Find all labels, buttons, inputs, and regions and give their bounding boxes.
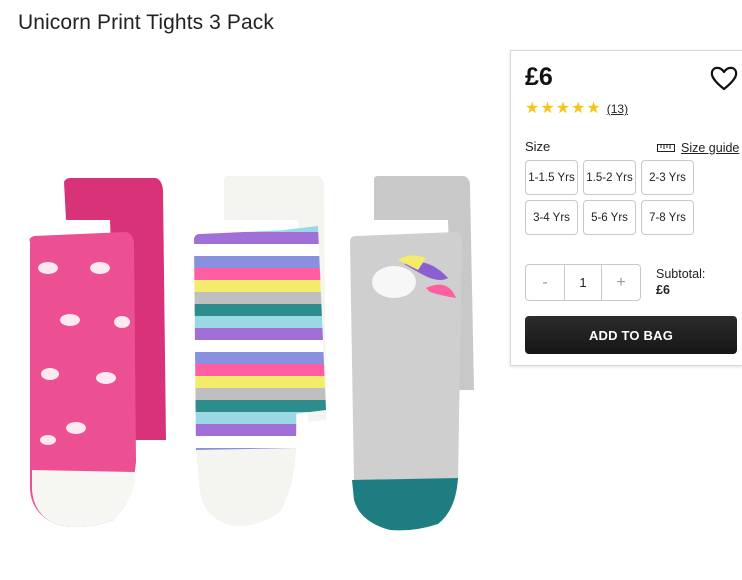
ruler-icon [657, 144, 675, 152]
size-option[interactable]: 7-8 Yrs [641, 200, 694, 235]
star-icon: ★ [555, 100, 571, 117]
product-title: Unicorn Print Tights 3 Pack [18, 11, 274, 34]
increase-quantity-button[interactable]: + [602, 265, 640, 300]
size-option[interactable]: 2-3 Yrs [641, 160, 694, 195]
rating: ★ ★ ★ ★ ★ (13) [525, 101, 628, 117]
size-guide-label: Size guide [681, 141, 740, 155]
subtotal-label: Subtotal: [656, 267, 706, 281]
review-count-link[interactable]: (13) [607, 102, 628, 116]
size-guide-link[interactable]: Size guide [657, 141, 739, 155]
size-option[interactable]: 1.5-2 Yrs [583, 160, 636, 195]
size-label: Size [525, 139, 551, 154]
size-option[interactable]: 5-6 Yrs [583, 200, 636, 235]
quantity-stepper: - 1 + [525, 264, 641, 301]
star-icon: ★ [586, 100, 601, 117]
quantity-input[interactable]: 1 [564, 265, 602, 300]
wishlist-heart-icon[interactable] [709, 64, 739, 92]
size-options: 1-1.5 Yrs 1.5-2 Yrs 2-3 Yrs 3-4 Yrs 5-6 … [525, 160, 697, 235]
decrease-quantity-button[interactable]: - [526, 265, 564, 300]
size-option[interactable]: 1-1.5 Yrs [525, 160, 578, 195]
price: £6 [525, 63, 553, 91]
star-icon: ★ [540, 100, 555, 117]
purchase-panel: £6 ★ ★ ★ ★ ★ (13) Size Size guide 1-1.5 … [510, 50, 742, 366]
add-to-bag-button[interactable]: ADD TO BAG [525, 316, 737, 354]
star-icon: ★ [571, 100, 586, 117]
size-option[interactable]: 3-4 Yrs [525, 200, 578, 235]
subtotal-value: £6 [656, 283, 670, 297]
star-icon: ★ [525, 100, 540, 117]
product-image [29, 176, 474, 531]
subtotal: Subtotal: £6 [656, 266, 705, 298]
